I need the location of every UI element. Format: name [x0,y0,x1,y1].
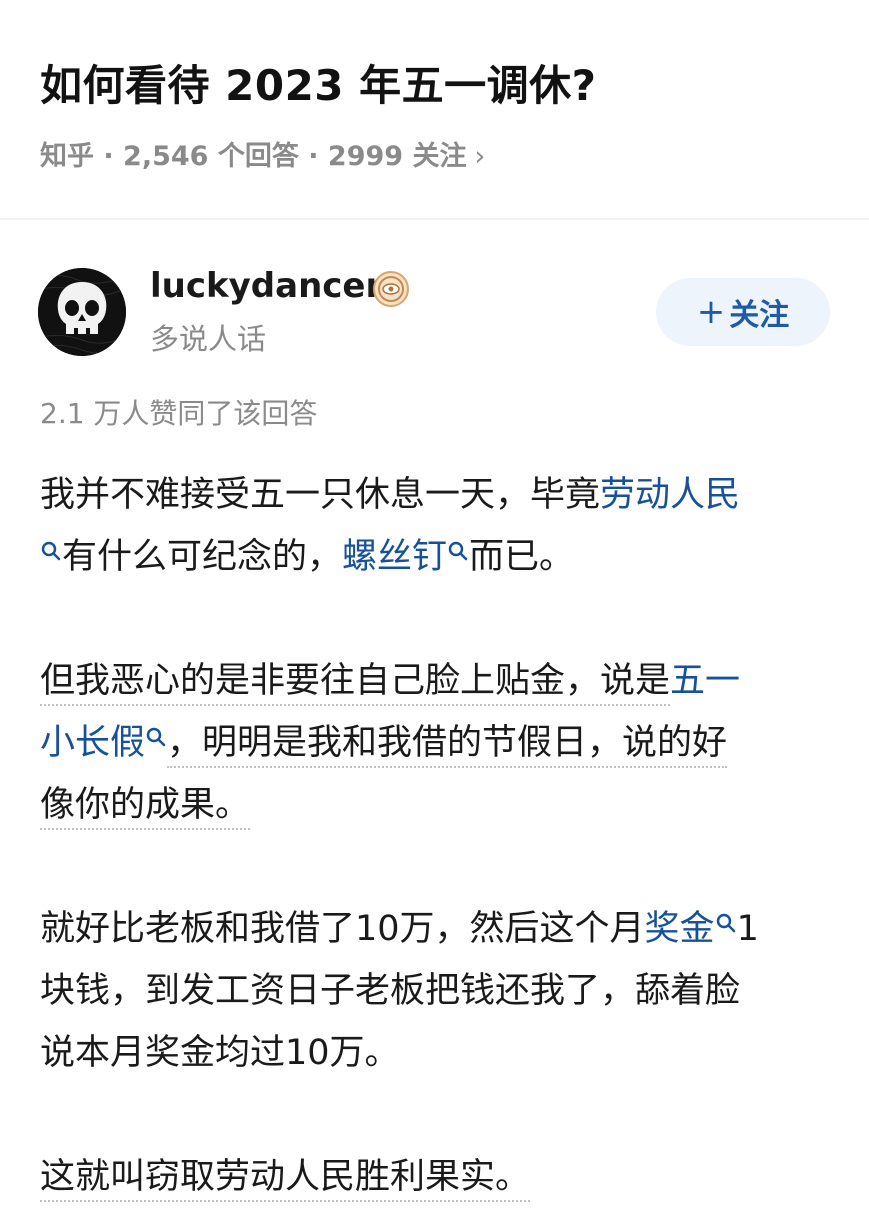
answer-paragraph: 但我恶心的是非要往自己脸上贴金，说是五一 小长假 ，明明是我和我借的节假日，说的好… [40,650,830,836]
answer-line: 有什么可纪念的，螺丝钉 而已。 [40,526,830,588]
chevron-right-icon: › [474,141,486,172]
author-bio: 多说人话 [150,322,267,356]
badge-icon [373,271,409,307]
answer-text: 就好比老板和我借了10万，然后这个月 [40,909,645,949]
follow-label: 关注 [729,298,790,333]
answer-text: 我并不难接受五一只休息一天，毕竟 [40,475,601,515]
answer-text: 有什么可纪念的， [62,537,343,577]
answer-paragraph: 我并不难接受五一只休息一天，毕竟劳动人民 有什么可纪念的，螺丝钉 而已。 [40,464,830,588]
skull-icon [38,268,126,356]
answer-paragraph: 这就叫窃取劳动人民胜利果实。 [40,1146,830,1208]
upvote-count: 2.1 万人赞同了该回答 [40,397,318,430]
answer-line: 但我恶心的是非要往自己脸上贴金，说是五一 [40,650,830,712]
answer-line: 我并不难接受五一只休息一天，毕竟劳动人民 [40,464,830,526]
answer-text: ，明明是我和我借的节假日，说的好 [167,723,728,768]
follow-button[interactable]: + 关注 [656,278,830,346]
answer-body: 我并不难接受五一只休息一天，毕竟劳动人民 有什么可纪念的，螺丝钉 而已。 但我恶心… [40,464,830,1208]
keyword-link[interactable]: 五一 [670,661,740,701]
answer-line: 这就叫窃取劳动人民胜利果实。 [40,1146,830,1208]
search-icon[interactable] [145,726,167,748]
answer-line: 块钱，到发工资日子老板把钱还我了，舔着脸 [40,960,830,1022]
author-name[interactable]: luckydancer [150,266,382,306]
search-icon[interactable] [715,912,737,934]
answer-paragraph: 就好比老板和我借了10万，然后这个月奖金 1 块钱，到发工资日子老板把钱还我了，舔… [40,898,830,1084]
answer-line: 就好比老板和我借了10万，然后这个月奖金 1 [40,898,830,960]
search-icon[interactable] [447,540,469,562]
answer-line: 小长假 ，明明是我和我借的节假日，说的好 [40,712,830,774]
answer-text: 而已。 [469,537,575,577]
answer-text: 说本月奖金均过10万。 [40,1033,400,1073]
answer-text: 1 [736,909,759,949]
question-title[interactable]: 如何看待 2023 年五一调休? [40,52,597,113]
keyword-link[interactable]: 奖金 [645,909,715,949]
keyword-link[interactable]: 劳动人民 [600,475,740,515]
question-meta[interactable]: 知乎 · 2,546 个回答 · 2999 关注 › [40,134,485,173]
keyword-link[interactable]: 螺丝钉 [342,537,447,577]
answer-text: 但我恶心的是非要往自己脸上贴金，说是 [40,661,671,706]
avatar[interactable] [38,268,126,356]
divider [0,218,869,220]
plus-icon: + [696,292,726,332]
answer-text: 像你的成果。 [40,785,251,830]
question-meta-text: 知乎 · 2,546 个回答 · 2999 关注 [40,141,467,172]
answer-line: 说本月奖金均过10万。 [40,1022,830,1084]
answer-line: 像你的成果。 [40,774,830,836]
keyword-link[interactable]: 小长假 [40,723,145,763]
answer-text: 块钱，到发工资日子老板把钱还我了，舔着脸 [40,971,741,1011]
answer-text: 这就叫窃取劳动人民胜利果实。 [40,1157,531,1202]
search-icon[interactable] [40,540,62,562]
